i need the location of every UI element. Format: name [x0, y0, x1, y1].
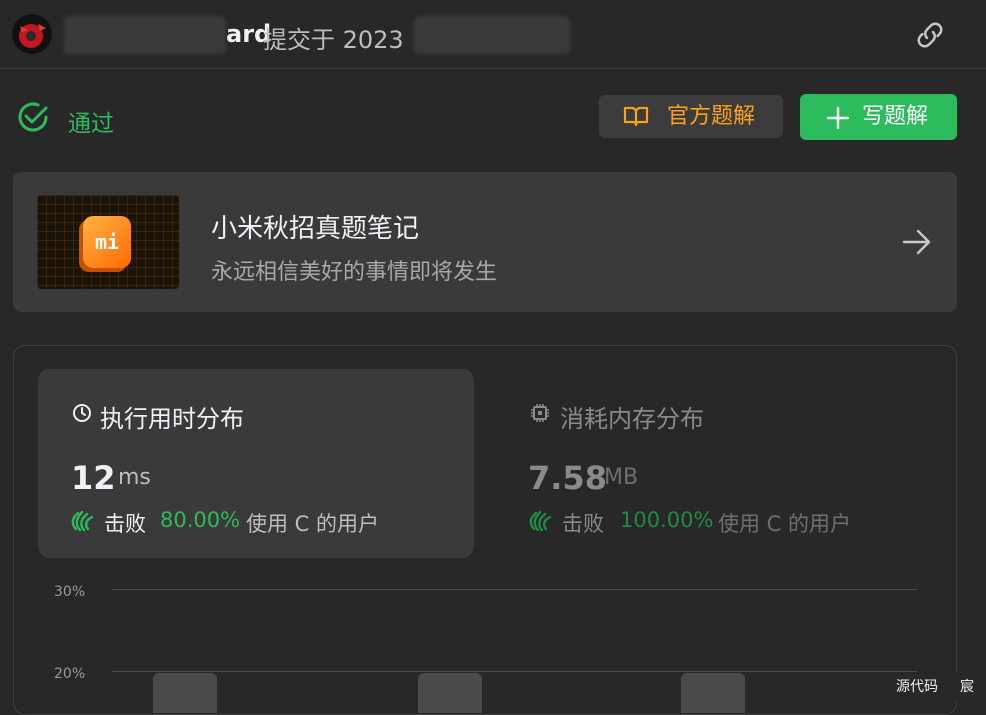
submission-header: ard 提交于 2023: [0, 0, 986, 69]
promo-thumbnail: mi: [37, 195, 179, 289]
official-solution-label: 官方题解: [667, 104, 756, 129]
y-tick-label: 20%: [54, 666, 86, 682]
xiaomi-logo-text: mi: [94, 230, 120, 254]
username-redacted: [64, 16, 226, 54]
gridline: [112, 589, 917, 590]
runtime-value: 12: [71, 459, 116, 497]
xiaomi-logo: mi: [83, 216, 131, 268]
runtime-beat-suffix: 使用 C 的用户: [246, 512, 380, 536]
chart-bar[interactable]: [418, 673, 482, 713]
memory-unit: MB: [604, 465, 639, 490]
memory-value: 7.58: [528, 459, 607, 497]
promo-subtitle: 永远相信美好的事情即将发生: [211, 260, 498, 285]
submitted-time: 提交于 2023: [263, 26, 404, 54]
timestamp-redacted: [414, 16, 570, 54]
official-solution-button[interactable]: 官方题解: [599, 95, 783, 138]
link-icon[interactable]: [912, 20, 948, 50]
gridline: [112, 671, 917, 672]
user-avatar[interactable]: [12, 14, 52, 54]
write-solution-button[interactable]: 写题解: [800, 94, 957, 140]
bottom-tab-bar: 源代码 宸: [888, 672, 986, 702]
arrow-right-icon: [902, 229, 931, 255]
runtime-distribution-tab[interactable]: 执行用时分布 12 ms 击败 80.00% 使用 C 的用户: [38, 369, 474, 558]
plus-icon: [826, 106, 850, 130]
memory-distribution-tab[interactable]: 消耗内存分布 7.58 MB 击败 100.00% 使用 C 的用户: [500, 369, 936, 558]
y-tick-label: 30%: [54, 584, 86, 600]
memory-beat-prefix: 击败: [562, 512, 604, 536]
book-icon: [623, 106, 649, 127]
memory-beat-suffix: 使用 C 的用户: [718, 512, 852, 536]
runtime-unit: ms: [118, 465, 151, 490]
chart-bar[interactable]: [153, 673, 217, 713]
tab-other[interactable]: 宸: [960, 676, 974, 696]
chart-bar[interactable]: [681, 673, 745, 713]
memory-title: 消耗内存分布: [560, 405, 704, 433]
tab-source-code[interactable]: 源代码: [896, 676, 938, 696]
memory-beat-percent: 100.00%: [620, 508, 714, 532]
clock-icon: [73, 404, 91, 422]
promo-title: 小米秋招真题笔记: [211, 214, 420, 244]
runtime-title: 执行用时分布: [100, 405, 244, 433]
status-accepted: 通过: [68, 111, 114, 137]
write-solution-label: 写题解: [862, 104, 929, 129]
promo-card[interactable]: mi 小米秋招真题笔记 永远相信美好的事情即将发生: [13, 172, 957, 312]
runtime-beat-prefix: 击败: [104, 512, 146, 536]
chip-icon: [531, 404, 549, 422]
check-circle-icon: [18, 102, 48, 132]
clapping-hands-icon: [529, 510, 552, 532]
runtime-beat-percent: 80.00%: [160, 508, 241, 532]
clapping-hands-icon: [71, 510, 94, 532]
